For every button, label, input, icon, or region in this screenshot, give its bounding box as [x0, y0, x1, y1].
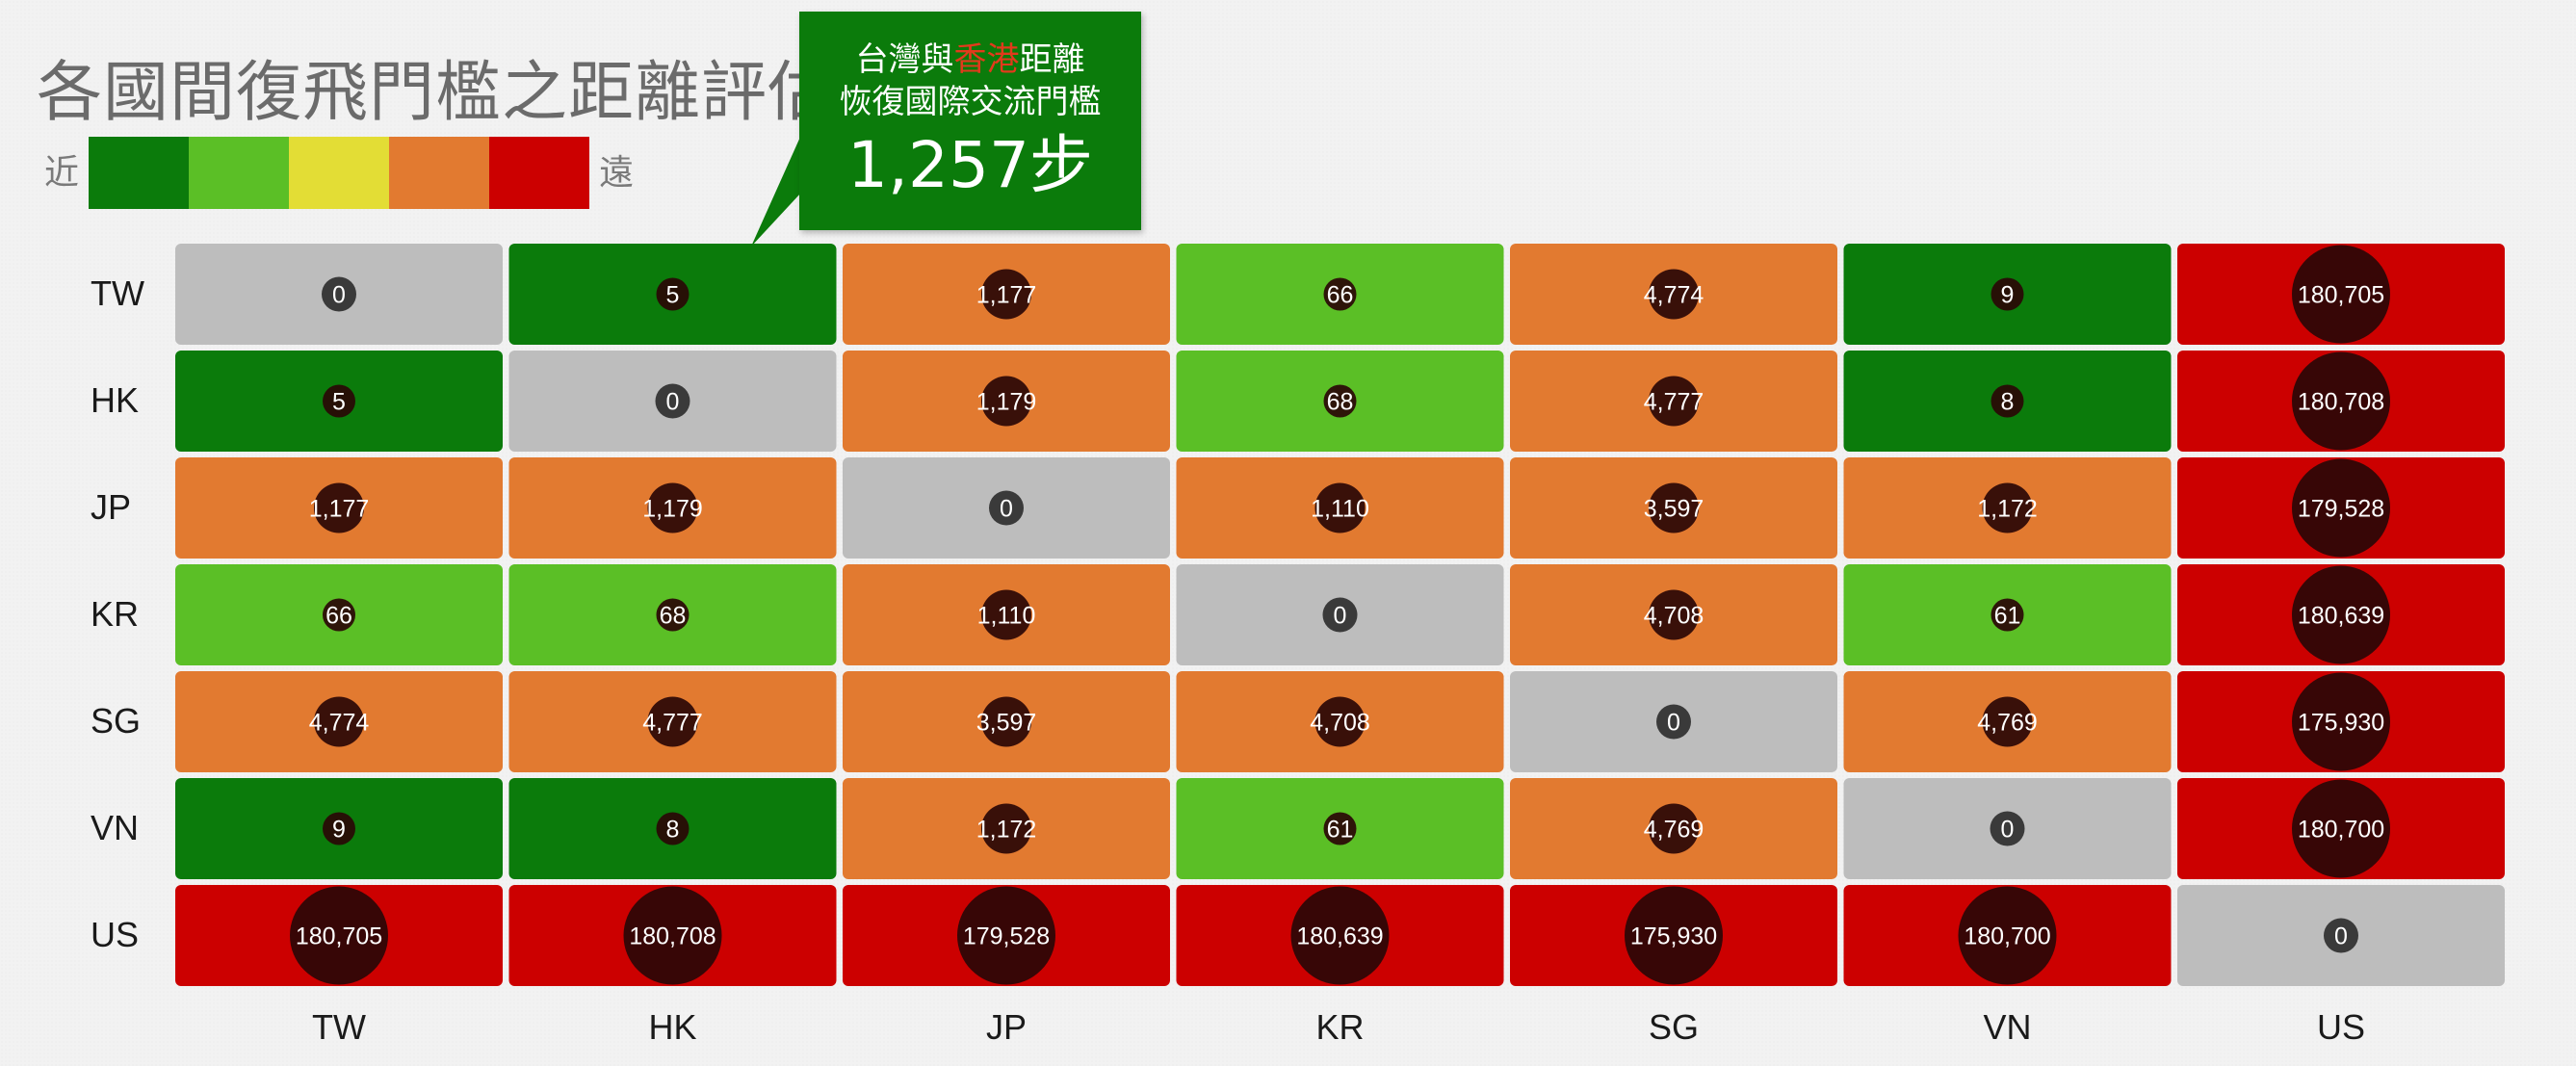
cell-value-label: 180,700 — [2298, 817, 2384, 844]
cell-value-label: 0 — [332, 282, 346, 309]
cell-value-label: 180,700 — [1964, 923, 2050, 950]
cell-value-label: 1,177 — [309, 496, 370, 523]
cell-value-label: 4,774 — [309, 710, 370, 737]
cell-value-label: 1,172 — [1977, 496, 2038, 523]
col-label-kr: KR — [1315, 1007, 1365, 1047]
cell-value-label: 0 — [666, 389, 680, 416]
heatmap-grid: 0 5 1,177 66 4,774 9 180,705 5 0 1,179 68 4,777 8 180… — [175, 244, 2505, 986]
cell-value-label: 180,705 — [2298, 282, 2384, 309]
cell-value-label: 8 — [666, 817, 680, 844]
cell-value-label: 9 — [332, 817, 346, 844]
cell-value-label: 180,639 — [1296, 923, 1383, 950]
cell-value-label: 1,110 — [1311, 496, 1369, 523]
cell-value-label: 68 — [660, 603, 687, 630]
cell-value-label: 4,708 — [1644, 603, 1704, 630]
cell-value-label: 180,639 — [2298, 603, 2384, 630]
cell-value-label: 5 — [332, 389, 346, 416]
cell-value-label: 4,708 — [1310, 710, 1370, 737]
cell-value-label: 0 — [1334, 603, 1347, 630]
col-label-sg: SG — [1648, 1007, 1699, 1047]
cell-value-label: 1,172 — [976, 817, 1037, 844]
row-label-tw: TW — [91, 273, 144, 313]
cell-value-label: 180,705 — [296, 923, 382, 950]
cell-value-label: 0 — [1000, 496, 1013, 523]
row-label-us: US — [91, 914, 140, 954]
row-label-jp: JP — [91, 486, 132, 527]
cell-value-label: 61 — [1327, 817, 1354, 844]
cell-value-label: 4,777 — [1644, 389, 1704, 416]
cell-value-label: 179,528 — [2298, 496, 2384, 523]
cell-value-label: 4,774 — [1644, 282, 1704, 309]
row-label-hk: HK — [91, 379, 140, 420]
cell-value-label: 180,708 — [629, 923, 716, 950]
cell-value-label: 8 — [2001, 389, 2015, 416]
cell-value-label: 3,597 — [1644, 496, 1704, 523]
cell-value-label: 179,528 — [963, 923, 1050, 950]
col-label-us: US — [2316, 1007, 2365, 1047]
col-label-tw: TW — [312, 1007, 366, 1047]
cell-value-label: 9 — [2001, 282, 2015, 309]
cell-value-label: 4,769 — [1644, 817, 1704, 844]
col-label-hk: HK — [648, 1007, 697, 1047]
cell-value-label: 1,179 — [976, 389, 1037, 416]
col-label-vn: VN — [1983, 1007, 2032, 1047]
cell-value-label: 0 — [2001, 817, 2015, 844]
cell-value-label: 4,769 — [1977, 710, 2038, 737]
row-label-vn: VN — [91, 807, 140, 847]
cell-value-label: 4,777 — [642, 710, 703, 737]
cell-value-label: 1,179 — [642, 496, 703, 523]
cell-value-label: 68 — [1327, 389, 1354, 416]
cell-value-label: 175,930 — [2298, 710, 2384, 737]
row-label-sg: SG — [91, 700, 142, 741]
cell-value-label: 180,708 — [2298, 389, 2384, 416]
cell-value-label: 61 — [1994, 603, 2021, 630]
cell-value-label: 66 — [1327, 282, 1354, 309]
cell-value-label: 5 — [666, 282, 680, 309]
cell-value-label: 3,597 — [976, 710, 1037, 737]
cell-value-label: 1,110 — [977, 603, 1036, 630]
cell-value-label: 0 — [2334, 923, 2348, 950]
cell-value-label: 175,930 — [1630, 923, 1717, 950]
cell-value-label: 66 — [325, 603, 352, 630]
cell-value-label: 1,177 — [976, 282, 1037, 309]
col-label-jp: JP — [985, 1007, 1027, 1047]
cell-value-label: 0 — [1667, 710, 1680, 737]
row-label-kr: KR — [91, 593, 140, 634]
